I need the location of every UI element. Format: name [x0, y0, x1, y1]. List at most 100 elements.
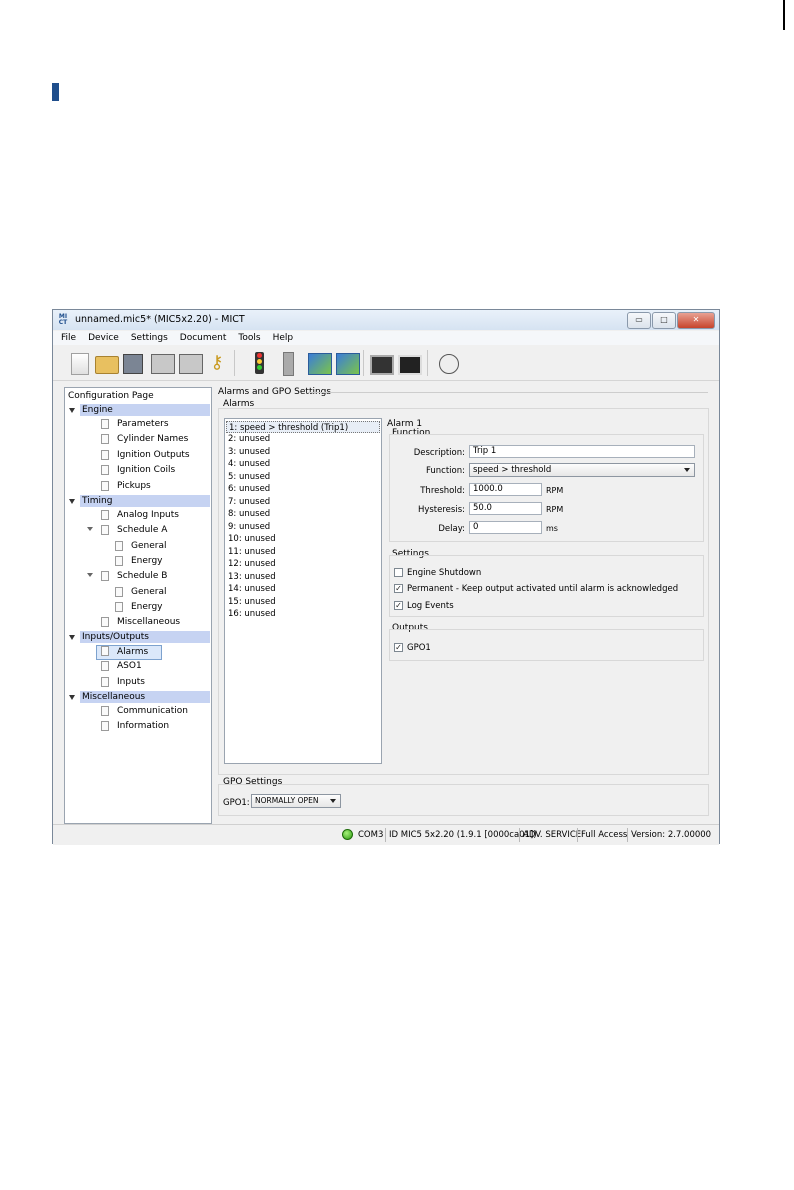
tree-section-engine[interactable]: Engine: [80, 404, 210, 416]
tree-item-pickups[interactable]: Pickups: [117, 480, 151, 492]
engine-shutdown-checkbox[interactable]: [394, 568, 403, 577]
alarm-item-5[interactable]: 5: unused: [228, 471, 378, 483]
threshold-unit: RPM: [546, 486, 564, 495]
toolbar: ⚷: [53, 346, 719, 381]
expand-engine-icon[interactable]: [69, 408, 75, 413]
tree-section-inputs-outputs[interactable]: Inputs/Outputs: [80, 631, 210, 643]
window-controls: ▭ □ ✕: [626, 312, 715, 329]
connection-status-icon: [342, 829, 353, 840]
tree-item-schedule-b[interactable]: Schedule B: [117, 570, 167, 582]
alarm-item-2[interactable]: 2: unused: [228, 433, 378, 445]
alarm-item-11[interactable]: 11: unused: [228, 546, 378, 558]
page-icon: [101, 481, 109, 491]
menu-settings[interactable]: Settings: [131, 333, 168, 343]
function-select[interactable]: speed > threshold: [469, 463, 695, 477]
tree-item-aso1[interactable]: ASO1: [117, 660, 142, 672]
alarm-item-14[interactable]: 14: unused: [228, 583, 378, 595]
tree-item-cylinder-names[interactable]: Cylinder Names: [117, 433, 188, 445]
alarm-item-10[interactable]: 10: unused: [228, 533, 378, 545]
alarm-item-6[interactable]: 6: unused: [228, 483, 378, 495]
menu-file[interactable]: File: [61, 333, 76, 343]
tree-item-schedule-b-energy[interactable]: Energy: [131, 601, 163, 613]
expand-misc-icon[interactable]: [69, 695, 75, 700]
network-connect-icon[interactable]: [308, 353, 332, 375]
function-select-value: speed > threshold: [473, 465, 552, 475]
description-input[interactable]: Trip 1: [469, 445, 695, 458]
menu-help[interactable]: Help: [273, 333, 294, 343]
gpo1-output-label: GPO1: [407, 643, 431, 653]
menu-bar: File Device Settings Document Tools Help: [53, 331, 719, 345]
section-marker: [52, 83, 59, 101]
expand-schedule-a-icon[interactable]: [87, 527, 93, 531]
log-events-checkbox[interactable]: ✓: [394, 601, 403, 610]
menu-device[interactable]: Device: [88, 333, 119, 343]
threshold-label: Threshold:: [420, 486, 465, 496]
alarm-item-16[interactable]: 16: unused: [228, 608, 378, 620]
device-icon[interactable]: [283, 352, 294, 376]
network-transfer-icon[interactable]: [336, 353, 360, 375]
page-icon: [115, 587, 123, 597]
expand-io-icon[interactable]: [69, 635, 75, 640]
tree-item-parameters[interactable]: Parameters: [117, 418, 169, 430]
tree-item-schedule-a[interactable]: Schedule A: [117, 524, 167, 536]
hysteresis-unit: RPM: [546, 505, 564, 514]
alarm-item-15[interactable]: 15: unused: [228, 596, 378, 608]
alarm-item-7[interactable]: 7: unused: [228, 496, 378, 508]
page-icon: [115, 556, 123, 566]
threshold-input[interactable]: 1000.0: [469, 483, 542, 496]
alarm-item-8[interactable]: 8: unused: [228, 508, 378, 520]
tree-section-miscellaneous[interactable]: Miscellaneous: [80, 691, 210, 703]
alarm-item-3[interactable]: 3: unused: [228, 446, 378, 458]
alarm-item-1[interactable]: 1: speed > threshold (Trip1): [226, 421, 380, 433]
tree-item-inputs[interactable]: Inputs: [117, 676, 145, 688]
open-folder-icon[interactable]: [95, 356, 119, 374]
menu-document[interactable]: Document: [180, 333, 227, 343]
tree-item-alarms[interactable]: Alarms: [117, 646, 148, 658]
maximize-button[interactable]: □: [652, 312, 676, 329]
permanent-checkbox[interactable]: ✓: [394, 584, 403, 593]
permanent-label: Permanent - Keep output activated until …: [407, 584, 679, 594]
hysteresis-label: Hysteresis:: [417, 505, 465, 515]
monitor-dark-icon[interactable]: [398, 355, 422, 375]
page-icon: [101, 525, 109, 535]
tree-item-communication[interactable]: Communication: [117, 705, 188, 717]
tree-item-ignition-coils[interactable]: Ignition Coils: [117, 464, 175, 476]
gpo1-mode-select[interactable]: NORMALLY OPEN: [251, 794, 341, 808]
app-window: MI CT unnamed.mic5* (MIC5x2.20) - MICT ▭…: [52, 309, 720, 845]
expand-schedule-b-icon[interactable]: [87, 573, 93, 577]
tree-item-ignition-outputs[interactable]: Ignition Outputs: [117, 449, 190, 461]
hysteresis-input[interactable]: 50.0: [469, 502, 542, 515]
tree-item-schedule-b-general[interactable]: General: [131, 586, 166, 598]
tree-item-analog-inputs[interactable]: Analog Inputs: [117, 509, 179, 521]
traffic-light-icon[interactable]: [255, 352, 264, 374]
alarm-item-13[interactable]: 13: unused: [228, 571, 378, 583]
gpo1-output-checkbox[interactable]: ✓: [394, 643, 403, 652]
alarm-item-9[interactable]: 9: unused: [228, 521, 378, 533]
new-file-icon[interactable]: [71, 353, 89, 375]
delay-label: Delay:: [438, 524, 465, 534]
key-icon[interactable]: ⚷: [207, 353, 227, 373]
menu-tools[interactable]: Tools: [238, 333, 260, 343]
print-icon[interactable]: [151, 354, 175, 374]
gpo1-mode-value: NORMALLY OPEN: [255, 796, 319, 805]
minimize-button[interactable]: ▭: [627, 312, 651, 329]
tree-item-information[interactable]: Information: [117, 720, 169, 732]
tree-item-schedule-a-general[interactable]: General: [131, 540, 166, 552]
close-button[interactable]: ✕: [677, 312, 715, 329]
alarm-item-12[interactable]: 12: unused: [228, 558, 378, 570]
tree-item-schedule-a-energy[interactable]: Energy: [131, 555, 163, 567]
save-icon[interactable]: [123, 354, 143, 374]
print-preview-icon[interactable]: [179, 354, 203, 374]
delay-input[interactable]: 0: [469, 521, 542, 534]
tree-item-timing-misc[interactable]: Miscellaneous: [117, 616, 180, 628]
status-access: Full Access: [581, 830, 628, 840]
gauge-icon[interactable]: [439, 354, 459, 374]
alarm-item-4[interactable]: 4: unused: [228, 458, 378, 470]
page-icon: [115, 602, 123, 612]
page-icon: [115, 541, 123, 551]
monitor-icon[interactable]: [370, 355, 394, 375]
tree-section-timing[interactable]: Timing: [80, 495, 210, 507]
expand-timing-icon[interactable]: [69, 499, 75, 504]
alarm-list[interactable]: 1: speed > threshold (Trip1) 2: unused 3…: [224, 418, 382, 764]
page-icon: [101, 646, 109, 656]
